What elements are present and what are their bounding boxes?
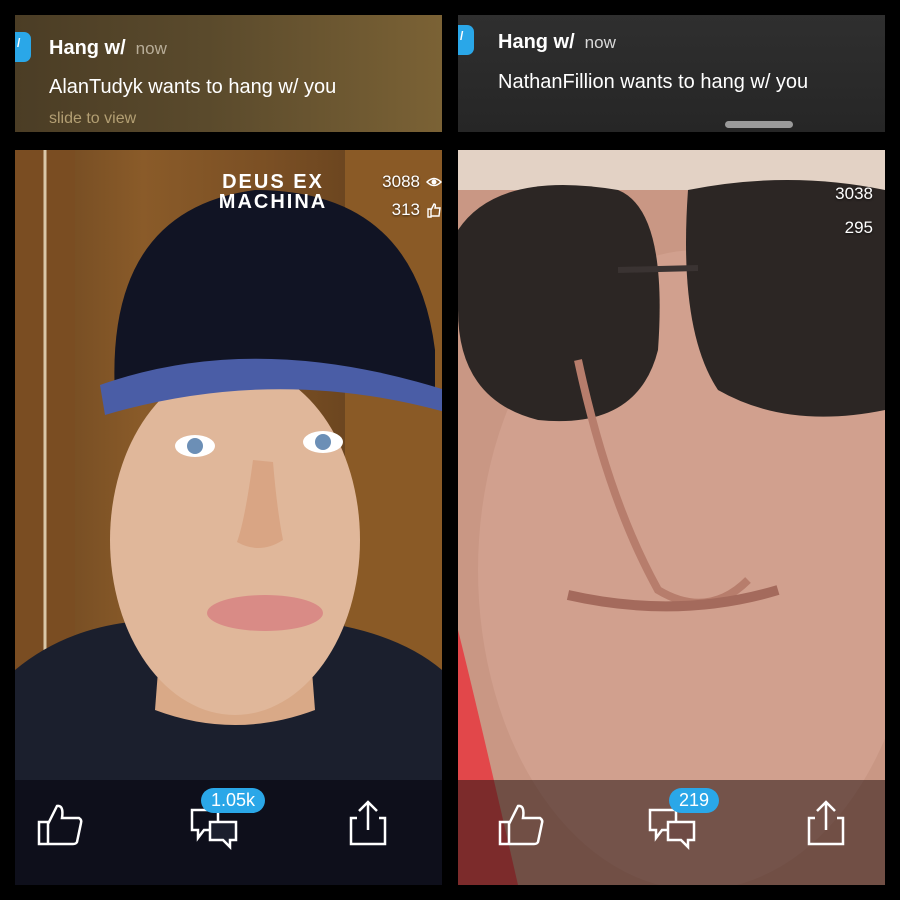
cap-logo-text: DEUS EX MACHINA — [218, 171, 328, 213]
hangw-app-icon: / — [15, 32, 31, 62]
notification-message: AlanTudyk wants to hang w/ you — [49, 76, 337, 98]
action-bar-left: 1.05k — [15, 780, 442, 885]
video-frame-person-left — [15, 150, 442, 885]
live-video-left[interactable]: DEUS EX MACHINA 3088 313 1.05k — [15, 150, 442, 885]
notification-title: Hang w/now — [49, 37, 167, 60]
viewer-count-row: 3038 — [835, 180, 873, 208]
notification-title: Hang w/now — [498, 31, 616, 54]
like-count: 313 — [391, 200, 420, 219]
viewer-count: 3088 — [382, 172, 420, 191]
share-button[interactable] — [801, 798, 851, 848]
slide-to-view-hint[interactable]: slide to view — [49, 110, 136, 128]
share-button[interactable] — [343, 798, 393, 848]
like-count-row: 295 — [835, 214, 873, 242]
notification-time: now — [135, 39, 167, 58]
viewer-count: 3038 — [835, 184, 873, 203]
viewer-count-row: 3088 — [382, 168, 442, 196]
action-bar-right: 219 — [458, 780, 885, 885]
like-button[interactable] — [496, 800, 546, 850]
stream-stats-left: 3088 313 — [382, 168, 442, 224]
notification-banner-right[interactable]: / Hang w/now NathanFillion wants to hang… — [458, 15, 885, 132]
notification-banner-left[interactable]: / Hang w/now AlanTudyk wants to hang w/ … — [15, 15, 442, 132]
stream-stats-right: 3038 295 — [835, 180, 873, 242]
like-button[interactable] — [35, 800, 85, 850]
video-frame-person-right — [458, 150, 885, 885]
notification-message: NathanFillion wants to hang w/ you — [498, 71, 809, 93]
app-name: Hang w/ — [49, 37, 126, 59]
hangw-app-icon: / — [458, 25, 474, 55]
thumbs-up-icon — [427, 203, 441, 218]
notification-time: now — [584, 33, 616, 52]
comment-count-badge: 1.05k — [201, 788, 266, 813]
like-count-row: 313 — [382, 196, 442, 224]
like-count: 295 — [844, 218, 873, 237]
comment-count-badge: 219 — [669, 788, 720, 813]
notification-grabber-handle[interactable] — [725, 121, 793, 128]
app-name: Hang w/ — [498, 31, 575, 53]
eye-icon — [426, 177, 442, 187]
live-video-right[interactable]: 3038 295 219 — [458, 150, 885, 885]
